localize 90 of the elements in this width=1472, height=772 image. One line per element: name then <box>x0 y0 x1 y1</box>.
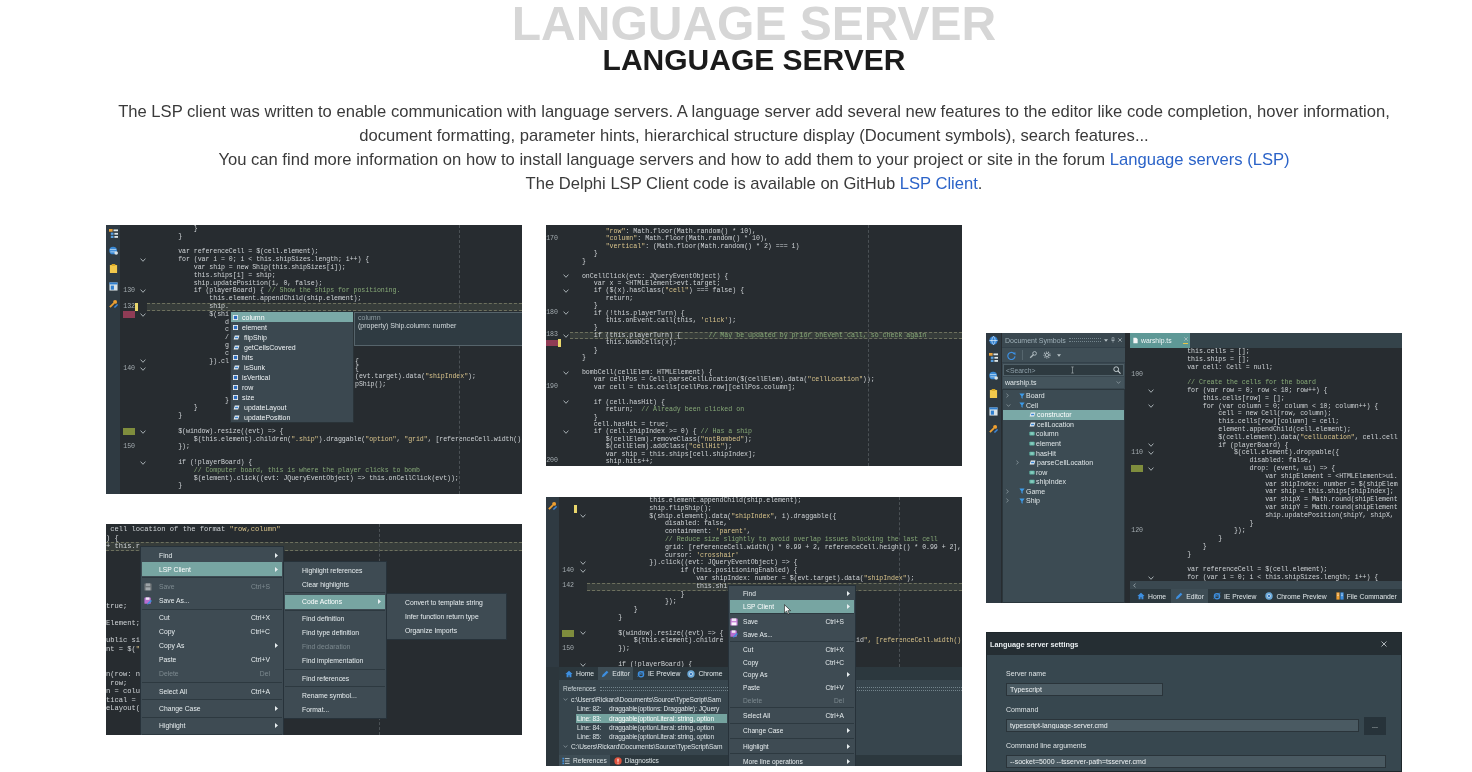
fold-chevron-icon[interactable] <box>579 514 586 519</box>
fold-chevron-icon[interactable] <box>579 631 586 636</box>
fold-chevron-icon[interactable] <box>139 460 146 465</box>
bar-icon <box>1029 450 1035 456</box>
alert-circle-icon <box>613 756 622 765</box>
caret-icon[interactable] <box>1057 353 1061 357</box>
list-icon <box>562 756 570 765</box>
fold-chevron-icon[interactable] <box>562 311 569 316</box>
floppy-icon <box>730 617 738 626</box>
window-icon[interactable] <box>989 406 998 416</box>
gutter-marker <box>546 339 558 347</box>
globe-icon[interactable] <box>989 371 998 381</box>
mouse-pointer-icon <box>784 604 791 615</box>
pencil-icon <box>1175 592 1184 600</box>
globe-icon[interactable] <box>989 335 998 345</box>
change-bar <box>558 339 561 347</box>
round-logo-icon <box>1265 592 1274 600</box>
horizontal-scrollbar[interactable] <box>1130 581 1402 589</box>
fold-chevron-icon[interactable] <box>1147 388 1154 393</box>
fold-chevron-icon[interactable] <box>1147 404 1154 409</box>
fold-chevron-icon[interactable] <box>1147 466 1154 471</box>
chevron-down-icon <box>1116 381 1121 384</box>
intro-paragraph: The Delphi LSP Client code is available on GitHub LSP Client. <box>525 173 983 195</box>
fold-chevron-icon[interactable] <box>562 333 569 338</box>
floppy-pencil-icon <box>730 630 738 639</box>
text-link[interactable]: LSP Client <box>899 174 978 193</box>
round-logo-icon <box>687 669 696 678</box>
window-icon[interactable] <box>108 281 118 291</box>
fold-chevron-icon[interactable] <box>139 312 146 317</box>
close-icon[interactable] <box>1381 641 1387 647</box>
text-cursor-icon <box>1071 366 1074 374</box>
house-icon <box>565 669 573 678</box>
tools-icon[interactable] <box>108 299 118 309</box>
intro-paragraph: You can find more information on how to install language servers and how to add them to your project or site in the forum Language servers (LSP) <box>218 149 1290 171</box>
house-icon <box>1137 592 1145 600</box>
brick-icon <box>233 344 240 350</box>
change-bar <box>574 504 577 513</box>
tree-list-icon[interactable] <box>989 353 998 363</box>
wrench-icon[interactable] <box>1029 351 1037 359</box>
floppy-pencil-icon <box>144 596 152 605</box>
pin-icon[interactable] <box>1111 337 1115 343</box>
bar-icon <box>1029 469 1035 475</box>
globe-icon[interactable] <box>108 246 118 256</box>
gutter-marker <box>1131 465 1143 473</box>
bar-icon <box>1029 441 1035 446</box>
note-icon[interactable] <box>989 388 998 398</box>
brick-icon <box>233 414 240 420</box>
fold-chevron-icon[interactable] <box>562 400 569 405</box>
text-link[interactable]: Language servers (LSP) <box>1109 150 1290 169</box>
brick-icon <box>233 334 240 340</box>
fold-chevron-icon[interactable] <box>1147 576 1154 580</box>
title-grip <box>1068 338 1101 342</box>
tools-icon[interactable] <box>989 424 998 434</box>
intro-paragraph: The LSP client was written to enable communication with language servers. A language server add several new features to the editor like code completion, hover information, document formatting, parameter hints, hierarchical structure display (Document symbols), search features... <box>117 101 1391 147</box>
bar-icon <box>1029 479 1035 485</box>
fold-chevron-icon[interactable] <box>139 429 146 434</box>
page-title: LANGUAGE SERVER <box>602 45 906 75</box>
file-icon <box>1133 337 1138 344</box>
fold-chevron-icon[interactable] <box>139 258 146 263</box>
brick-icon <box>1029 421 1036 427</box>
modified-marker <box>1183 342 1188 345</box>
change-bar <box>135 302 138 311</box>
gutter-marker <box>562 630 574 637</box>
search-icon[interactable] <box>1113 366 1121 374</box>
bar-icon <box>1029 431 1035 437</box>
fold-chevron-icon[interactable] <box>562 289 569 294</box>
brick-icon <box>233 404 240 410</box>
ring-icon <box>1212 592 1221 600</box>
scroll-left-icon[interactable] <box>1133 582 1136 588</box>
gutter-marker <box>123 428 135 435</box>
floppy-icon <box>144 582 152 591</box>
fold-chevron-icon[interactable] <box>562 430 569 435</box>
fold-chevron-icon[interactable] <box>579 662 586 667</box>
brick-icon <box>1029 460 1036 466</box>
ring-icon <box>636 669 645 678</box>
panels-icon <box>1335 592 1344 600</box>
pencil-icon <box>601 669 610 678</box>
gutter-marker <box>123 311 135 319</box>
brick-icon <box>1029 412 1036 418</box>
tree-list-icon[interactable] <box>108 228 118 238</box>
fold-chevron-icon[interactable] <box>139 289 146 294</box>
caret-icon[interactable] <box>1104 338 1108 342</box>
note-icon[interactable] <box>108 263 118 273</box>
fold-chevron-icon[interactable] <box>562 274 569 279</box>
settings-icon[interactable] <box>1043 351 1051 359</box>
tools-icon[interactable] <box>548 500 557 510</box>
brick-icon <box>233 364 240 370</box>
close-icon[interactable] <box>1118 338 1122 342</box>
refresh-icon[interactable] <box>1007 350 1016 360</box>
fold-chevron-icon[interactable] <box>562 370 569 375</box>
